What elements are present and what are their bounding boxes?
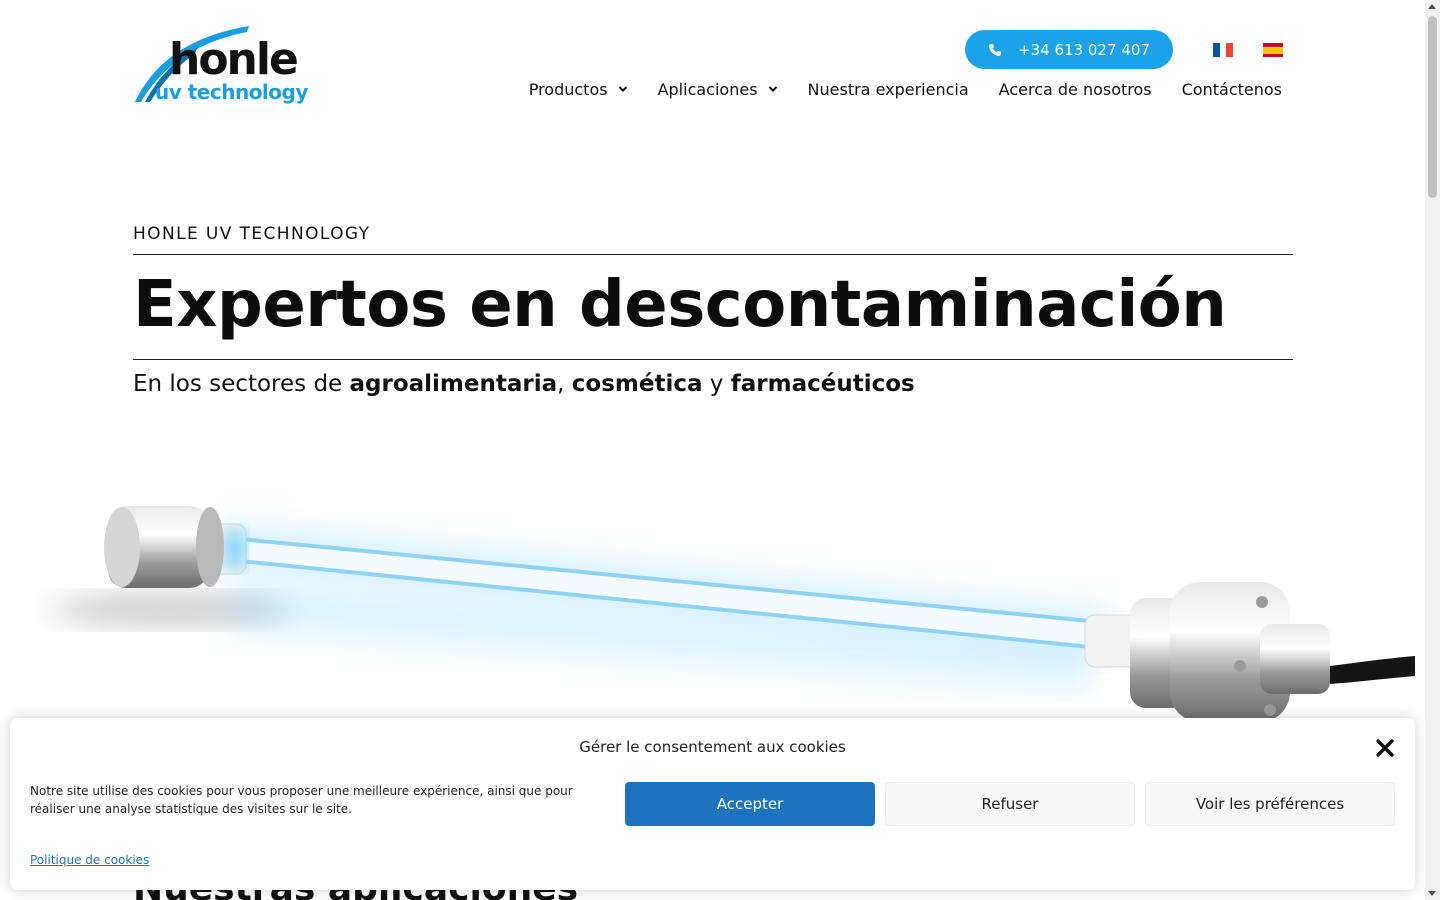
cookie-banner-title: Gérer le consentement aux cookies [579,738,846,756]
cookie-preferences-button[interactable]: Voir les préférences [1145,782,1395,826]
scroll-down-arrow-icon[interactable] [1428,891,1436,896]
nav-item-label: Aplicaciones [657,79,758,99]
nav-item-acerca-de-nosotros[interactable]: Acerca de nosotros [999,78,1152,100]
refuse-cookies-button[interactable]: Refuser [885,782,1135,826]
phone-button[interactable]: +34 613 027 407 [965,30,1173,69]
logo-wordmark: honle [169,34,299,85]
nav-item-label: Productos [528,79,608,99]
accept-cookies-button[interactable]: Accepter [625,782,875,826]
main-nav: Productos Aplicaciones Nuestra experienc… [529,78,1282,100]
scroll-up-arrow-icon[interactable] [1428,4,1436,9]
nav-item-label: Nuestra experiencia [807,79,969,99]
divider [133,254,1293,255]
logo-tagline: uv technology [155,80,308,104]
hero-headline: Expertos en descontaminación [133,268,1227,342]
nav-item-productos[interactable]: Productos [529,78,628,100]
sector-farma: farmacéuticos [730,371,915,397]
nav-item-label: Contáctenos [1181,79,1282,99]
phone-icon [989,43,1002,56]
divider [133,359,1293,360]
nav-item-label: Acerca de nosotros [998,79,1152,99]
sector-cosmetica: cosmética [571,371,703,397]
chevron-down-icon [768,86,777,93]
phone-number: +34 613 027 407 [1018,40,1150,59]
uv-lamp-image [50,506,1415,722]
hero-subline: En los sectores de agroalimentaria, cosm… [133,368,915,400]
sector-agro: agroalimentaria [349,371,558,397]
honle-logo[interactable]: honle uv technology [133,24,309,108]
cookie-policy-link[interactable]: Politique de cookies [30,853,149,867]
page: honle uv technology +34 613 027 407 Prod… [0,0,1425,900]
close-icon[interactable] [1375,738,1395,758]
nav-item-nuestra-experiencia[interactable]: Nuestra experiencia [808,78,969,100]
page-scrollbar[interactable] [1425,0,1440,900]
subline-separator: y [702,371,731,397]
nav-item-aplicaciones[interactable]: Aplicaciones [658,78,778,100]
hero-eyebrow: HONLE UV TECHNOLOGY [133,224,371,244]
cookie-banner-text: Notre site utilise des cookies pour vous… [30,784,573,816]
scrollbar-thumb[interactable] [1428,16,1437,198]
language-es-flag-icon[interactable] [1263,43,1283,57]
subline-prefix: En los sectores de [133,371,350,397]
chevron-down-icon [618,86,627,93]
cookie-consent-banner: Gérer le consentement aux cookies Notre … [10,718,1415,890]
subline-separator: , [557,371,572,397]
language-fr-flag-icon[interactable] [1213,43,1234,57]
nav-item-contactenos[interactable]: Contáctenos [1182,78,1282,100]
